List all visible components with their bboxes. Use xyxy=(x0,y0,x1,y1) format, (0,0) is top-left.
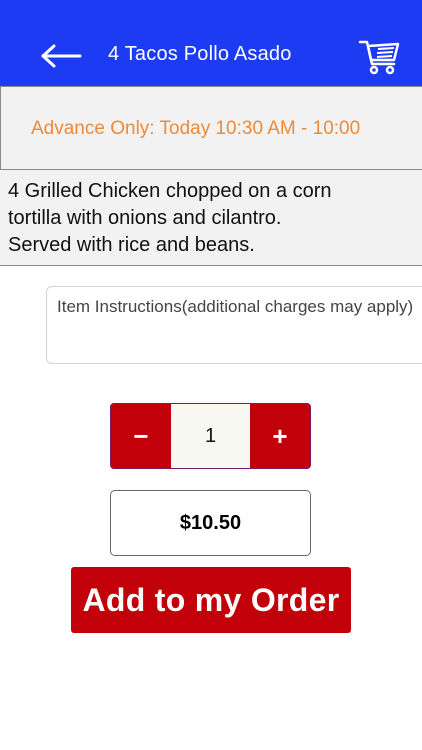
price-display: $10.50 xyxy=(110,490,311,556)
add-to-order-label: Add to my Order xyxy=(82,581,340,618)
price-text: $10.50 xyxy=(179,511,242,534)
app-header: 4 Tacos Pollo Asado xyxy=(0,0,422,86)
item-description: 4 Grilled Chicken chopped on a corn tort… xyxy=(0,170,422,266)
increment-button[interactable]: + xyxy=(250,404,310,468)
back-button[interactable] xyxy=(38,38,84,74)
cart-button[interactable] xyxy=(356,34,404,78)
page-title: 4 Tacos Pollo Asado xyxy=(108,43,292,65)
add-to-order-button[interactable]: Add to my Order xyxy=(71,567,351,633)
decrement-button[interactable]: − xyxy=(111,404,171,468)
advance-order-text: Advance Only: Today 10:30 AM - 10:00 xyxy=(31,118,361,139)
description-line: 4 Grilled Chicken chopped on a corn xyxy=(8,180,332,202)
arrow-left-icon xyxy=(41,44,82,68)
quantity-value: 1 xyxy=(171,404,250,468)
shopping-cart-icon xyxy=(358,40,400,75)
description-line: Served with rice and beans. xyxy=(8,234,255,256)
quantity-stepper: − 1 + xyxy=(110,403,311,469)
instructions-placeholder: Item Instructions(additional charges may… xyxy=(57,297,414,316)
item-instructions-input[interactable]: Item Instructions(additional charges may… xyxy=(46,286,422,364)
advance-order-banner: Advance Only: Today 10:30 AM - 10:00 xyxy=(0,86,422,170)
description-line: tortilla with onions and cilantro. xyxy=(8,207,282,229)
